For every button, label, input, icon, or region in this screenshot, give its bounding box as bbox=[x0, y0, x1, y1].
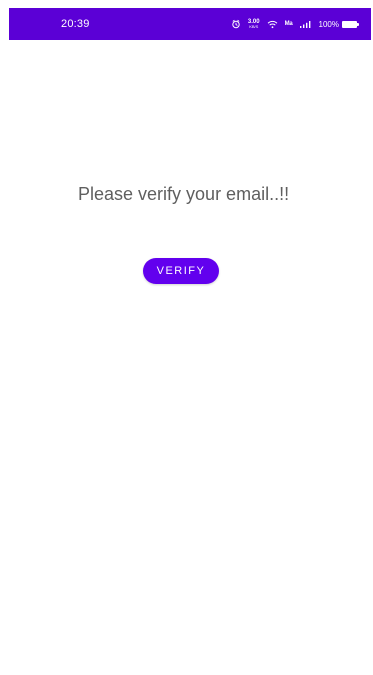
alarm-icon bbox=[231, 19, 241, 29]
status-bar: 20:39 3.00 KB/S Ma 100% bbox=[9, 8, 371, 40]
network-speed-unit: KB/S bbox=[249, 24, 259, 29]
battery-percentage: 100% bbox=[318, 19, 339, 29]
network-type-label: Ma bbox=[284, 21, 293, 27]
signal-icon bbox=[299, 20, 312, 28]
verify-button[interactable]: VERIFY bbox=[143, 258, 219, 284]
status-icons: 3.00 KB/S Ma 100% bbox=[231, 19, 359, 29]
network-speed-indicator: 3.00 KB/S bbox=[248, 19, 260, 29]
battery-indicator: 100% bbox=[318, 19, 359, 29]
wifi-icon bbox=[267, 20, 278, 29]
battery-icon bbox=[342, 20, 359, 28]
verify-email-message: Please verify your email..!! bbox=[78, 184, 290, 204]
status-time: 20:39 bbox=[61, 18, 90, 30]
